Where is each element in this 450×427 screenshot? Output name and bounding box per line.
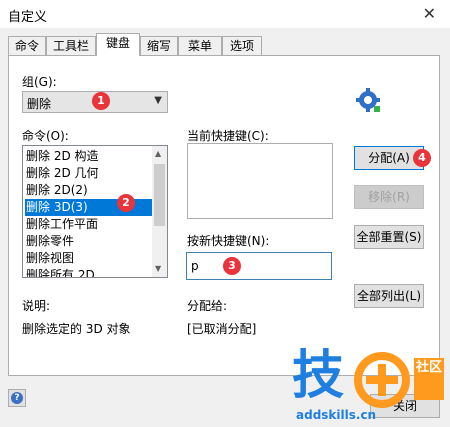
tab-options[interactable]: 选项: [222, 36, 262, 55]
step-badge: 2: [117, 194, 135, 212]
scrollbar-thumb[interactable]: [154, 164, 165, 226]
remove-button[interactable]: 移除(R): [354, 185, 424, 209]
watermark-logo: 技: [292, 346, 345, 406]
new-key-input[interactable]: p: [186, 252, 332, 280]
scroll-up-icon[interactable]: ▲: [155, 149, 161, 158]
step-badge: 4: [413, 149, 431, 167]
commands-label: 命令(O):: [22, 129, 69, 143]
description-text: 删除选定的 3D 对象: [22, 322, 131, 336]
tab-menus[interactable]: 菜单: [178, 36, 222, 55]
chevron-down-icon: ▼: [154, 95, 162, 106]
title-bar: 自定义 ✕: [0, 0, 450, 28]
step-badge: 1: [92, 92, 110, 110]
list-item[interactable]: 删除零件: [25, 233, 152, 250]
step-badge: 3: [223, 257, 241, 275]
list-item[interactable]: 删除 2D 几何: [25, 165, 152, 182]
tab-abbreviations[interactable]: 缩写: [140, 36, 178, 55]
close-icon[interactable]: ✕: [423, 4, 436, 23]
new-key-label: 按新快捷键(N):: [187, 234, 270, 248]
list-item[interactable]: 删除所有 2D: [25, 267, 152, 277]
new-key-value: p: [191, 259, 199, 273]
window-title: 自定义: [8, 10, 48, 25]
help-button[interactable]: ?: [8, 389, 26, 407]
commands-scrollbar[interactable]: ▲ ▼: [152, 146, 167, 277]
watermark-plus-icon: [354, 352, 410, 408]
group-select-value: 删除: [27, 97, 52, 111]
tab-keyboard[interactable]: 键盘: [96, 33, 140, 56]
list-item[interactable]: 删除 2D 构造: [25, 148, 152, 165]
group-label: 组(G):: [22, 75, 57, 89]
list-item[interactable]: 删除视图: [25, 250, 152, 267]
tab-toolbars[interactable]: 工具栏: [46, 36, 96, 55]
list-item[interactable]: 删除工作平面: [25, 216, 152, 233]
tab-commands[interactable]: 命令: [8, 36, 46, 55]
current-keys-list[interactable]: [187, 143, 333, 219]
assigned-to-label: 分配给:: [187, 299, 228, 313]
list-all-button[interactable]: 全部列出(L): [354, 284, 424, 308]
watermark-url: addskills.cn: [296, 408, 377, 422]
help-icon: ?: [11, 392, 23, 404]
description-label: 说明:: [22, 299, 51, 313]
watermark-tag: 社区: [414, 358, 444, 400]
scroll-down-icon[interactable]: ▼: [155, 264, 161, 273]
reset-all-button[interactable]: 全部重置(S): [354, 225, 424, 249]
gear-icon: [354, 86, 382, 114]
current-keys-label: 当前快捷键(C):: [187, 129, 269, 143]
commands-list[interactable]: 删除 2D 构造 删除 2D 几何 删除 2D(2) 删除 3D(3) 删除工作…: [22, 145, 168, 278]
assigned-to-text: [已取消分配]: [187, 322, 257, 336]
